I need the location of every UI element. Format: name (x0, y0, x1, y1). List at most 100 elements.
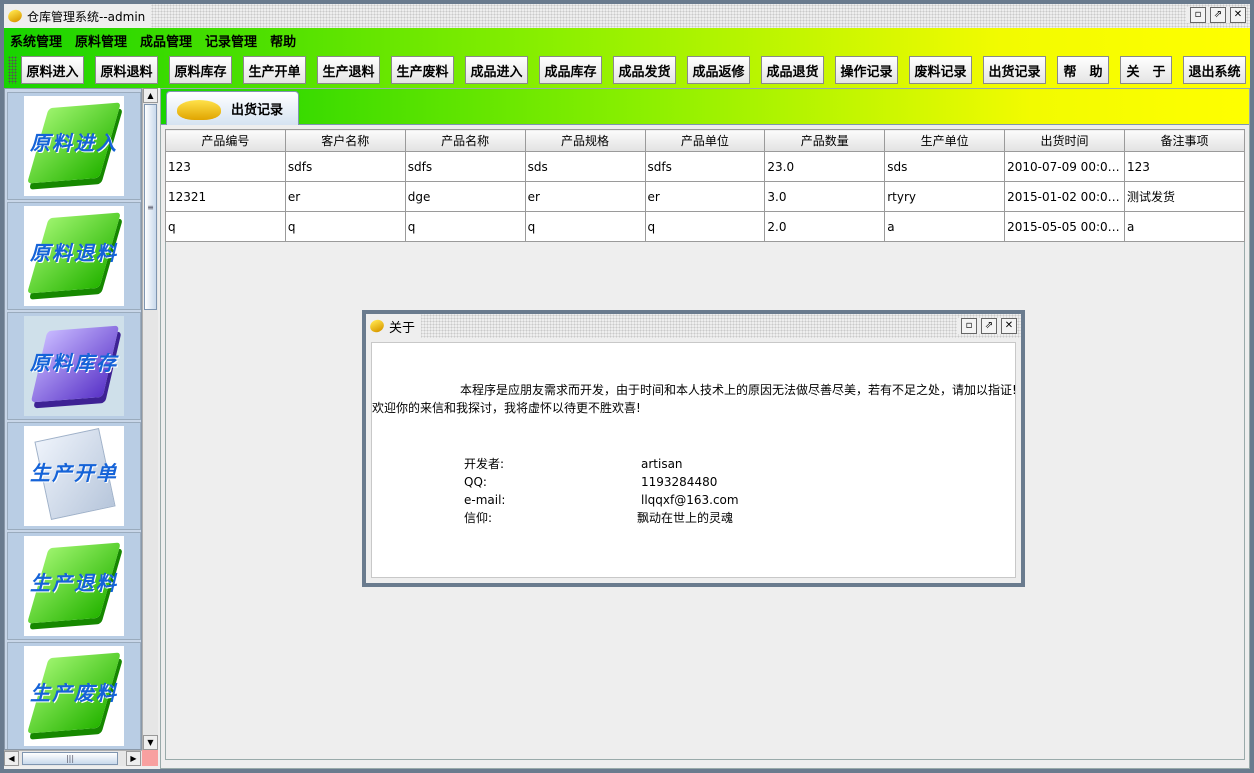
email-value: llqqxf@163.com (641, 493, 739, 507)
sidebar: 原料进入 原料退料 原料库存 生产开单 生产退料 生产废料 (4, 88, 142, 750)
table-cell[interactable]: er (524, 181, 646, 212)
table-cell[interactable]: a (884, 211, 1006, 242)
tool-product-stock[interactable]: 成品库存 (539, 56, 602, 84)
column-header[interactable]: 产品数量 (764, 129, 886, 152)
tool-help[interactable]: 帮 助 (1057, 56, 1109, 84)
table-cell[interactable]: q (644, 211, 766, 242)
sidebar-horizontal-scrollbar[interactable]: ◀ ||| ▶ (4, 750, 158, 766)
table-cell[interactable]: dge (404, 181, 526, 212)
sidebar-label: 原料库存 (30, 351, 118, 375)
window-title: 仓库管理系统--admin (27, 9, 146, 24)
dialog-title: 关于 (389, 320, 416, 336)
qq-value: 1193284480 (641, 475, 718, 489)
sidebar-vertical-scrollbar[interactable]: ▲ ≡ ▼ (142, 88, 158, 750)
dialog-body: 本程序是应朋友需求而开发，由于时间和本人技术上的原因无法做尽善尽美，若有不足之处… (371, 342, 1017, 578)
tool-production-waste[interactable]: 生产废料 (391, 56, 454, 84)
table-cell[interactable]: a (1124, 211, 1245, 242)
table-cell[interactable]: 2015-01-02 00:00:0... (1004, 181, 1125, 212)
column-header[interactable]: 产品编号 (165, 129, 286, 152)
table-cell[interactable]: 123 (1124, 151, 1245, 182)
tab-strip: 出货记录 (161, 89, 1249, 125)
table-cell[interactable]: rtyry (884, 181, 1006, 212)
developer-label: 开发者: (464, 457, 505, 471)
about-text-line1: 本程序是应朋友需求而开发，由于时间和本人技术上的原因无法做尽善尽美，若有不足之处… (460, 383, 1017, 397)
tab-shipment-records[interactable]: 出货记录 (166, 91, 299, 125)
title-bar[interactable]: 仓库管理系统--admin ▫ ⇗ ✕ (4, 4, 1250, 28)
column-header[interactable]: 生产单位 (884, 129, 1006, 152)
table-row[interactable]: 12321 er dge er er 3.0 rtyry 2015-01-02 … (165, 181, 1245, 212)
table-cell[interactable]: 2010-07-09 00:00:0... (1004, 151, 1125, 182)
menu-material[interactable]: 原料管理 (75, 31, 127, 50)
table-cell[interactable]: q (165, 211, 286, 242)
close-icon[interactable]: ✕ (1230, 7, 1246, 23)
menu-help[interactable]: 帮助 (270, 31, 296, 50)
table-cell[interactable]: 12321 (165, 181, 286, 212)
table-cell[interactable]: er (284, 181, 406, 212)
tool-production-return[interactable]: 生产退料 (317, 56, 380, 84)
table-cell[interactable]: q (284, 211, 406, 242)
sidebar-item-material-return[interactable]: 原料退料 (7, 202, 141, 310)
motto-value: 飘动在世上的灵魂 (637, 511, 734, 525)
tool-product-in[interactable]: 成品进入 (465, 56, 528, 84)
column-header[interactable]: 备注事项 (1124, 129, 1245, 152)
developer-value: artisan (641, 457, 683, 471)
sidebar-item-production-order[interactable]: 生产开单 (7, 422, 141, 530)
about-dialog: 关于 ▫ ⇗ ✕ 本程序是应朋友需求而开发，由于时间和本人技术上的原因无法做尽善… (362, 310, 1025, 587)
column-header[interactable]: 出货时间 (1004, 129, 1125, 152)
table-cell[interactable]: sds (884, 151, 1006, 182)
sidebar-item-production-waste[interactable]: 生产废料 (7, 642, 141, 749)
toolbar-grip[interactable] (8, 56, 17, 84)
dialog-maximize-icon[interactable]: ⇗ (981, 318, 997, 334)
table-cell[interactable]: 3.0 (764, 181, 886, 212)
scroll-up-icon[interactable]: ▲ (143, 88, 158, 103)
table-cell[interactable]: sdfs (284, 151, 406, 182)
tool-product-repair[interactable]: 成品返修 (687, 56, 750, 84)
table-row[interactable]: 123 sdfs sdfs sds sdfs 23.0 sds 2010-07-… (165, 151, 1245, 182)
minimize-icon[interactable]: ▫ (1190, 7, 1206, 23)
table-cell[interactable]: 2015-05-05 00:00:0... (1004, 211, 1125, 242)
tool-operation-log[interactable]: 操作记录 (835, 56, 898, 84)
table-header-row: 产品编号 客户名称 产品名称 产品规格 产品单位 产品数量 生产单位 出货时间 … (165, 129, 1245, 152)
column-header[interactable]: 产品规格 (524, 129, 646, 152)
table-cell[interactable]: 2.0 (764, 211, 886, 242)
tool-material-stock[interactable]: 原料库存 (169, 56, 232, 84)
maximize-icon[interactable]: ⇗ (1210, 7, 1226, 23)
table-row[interactable]: q q q q q 2.0 a 2015-05-05 00:00:0... a (165, 211, 1245, 242)
table-cell[interactable]: 123 (165, 151, 286, 182)
tool-shipment-log[interactable]: 出货记录 (983, 56, 1046, 84)
scroll-thumb[interactable]: ≡ (144, 104, 157, 310)
table-cell[interactable]: 测试发货 (1124, 181, 1245, 212)
tool-material-in[interactable]: 原料进入 (21, 56, 84, 84)
column-header[interactable]: 产品名称 (404, 129, 526, 152)
table-cell[interactable]: q (404, 211, 526, 242)
menu-system[interactable]: 系统管理 (10, 31, 62, 50)
table-cell[interactable]: sdfs (644, 151, 766, 182)
menu-bar: 系统管理 原料管理 成品管理 记录管理 帮助 (4, 28, 1250, 52)
tool-waste-log[interactable]: 废料记录 (909, 56, 972, 84)
tool-production-order[interactable]: 生产开单 (243, 56, 306, 84)
menu-product[interactable]: 成品管理 (140, 31, 192, 50)
sidebar-item-material-in[interactable]: 原料进入 (7, 92, 141, 200)
scroll-left-icon[interactable]: ◀ (4, 751, 19, 766)
table-cell[interactable]: er (644, 181, 766, 212)
table-cell[interactable]: 23.0 (764, 151, 886, 182)
dialog-close-icon[interactable]: ✕ (1001, 318, 1017, 334)
column-header[interactable]: 产品单位 (644, 129, 766, 152)
table-cell[interactable]: q (524, 211, 646, 242)
sidebar-item-material-stock[interactable]: 原料库存 (7, 312, 141, 420)
dialog-minimize-icon[interactable]: ▫ (961, 318, 977, 334)
tool-about[interactable]: 关 于 (1120, 56, 1172, 84)
column-header[interactable]: 客户名称 (284, 129, 406, 152)
tool-material-return[interactable]: 原料退料 (95, 56, 158, 84)
scroll-down-icon[interactable]: ▼ (143, 735, 158, 750)
sidebar-item-production-return[interactable]: 生产退料 (7, 532, 141, 640)
scroll-right-icon[interactable]: ▶ (126, 751, 141, 766)
menu-records[interactable]: 记录管理 (205, 31, 257, 50)
tool-exit[interactable]: 退出系统 (1183, 56, 1246, 84)
dialog-title-bar[interactable]: 关于 ▫ ⇗ ✕ (366, 314, 1021, 338)
hscroll-thumb[interactable]: ||| (22, 752, 118, 765)
tool-product-ship[interactable]: 成品发货 (613, 56, 676, 84)
tool-product-returned[interactable]: 成品退货 (761, 56, 824, 84)
table-cell[interactable]: sdfs (404, 151, 526, 182)
table-cell[interactable]: sds (524, 151, 646, 182)
